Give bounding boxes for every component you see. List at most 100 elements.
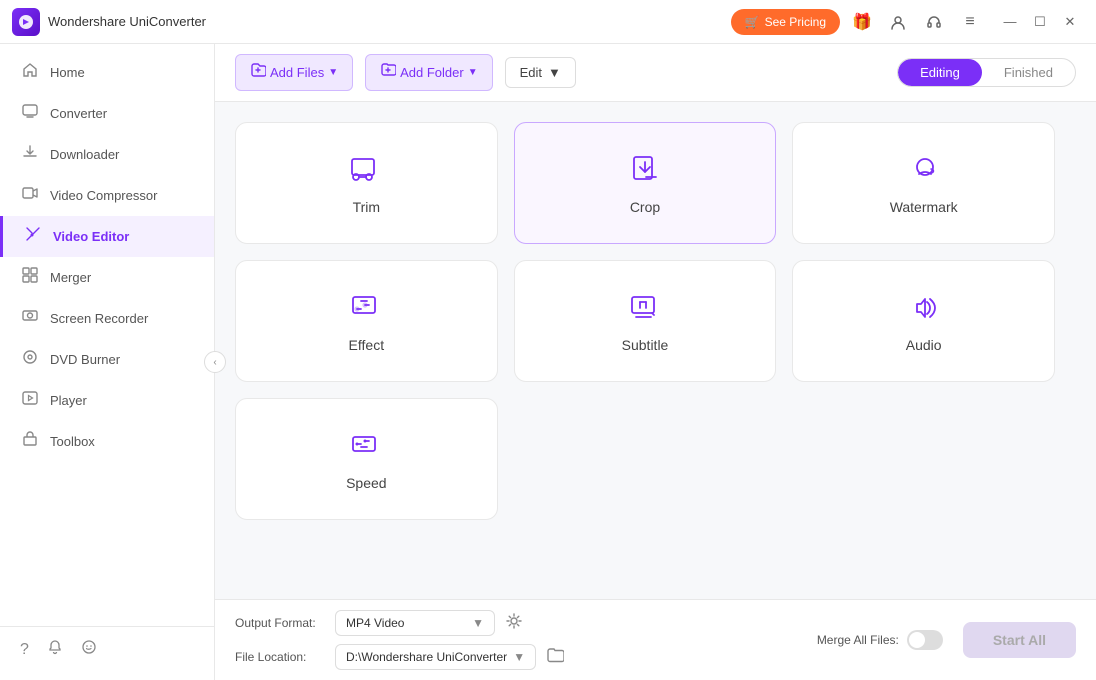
account-icon[interactable] bbox=[884, 8, 912, 36]
app-title: Wondershare UniConverter bbox=[48, 14, 731, 29]
file-location-arrow: ▼ bbox=[513, 650, 525, 664]
notifications-icon[interactable] bbox=[47, 639, 63, 660]
speed-label: Speed bbox=[346, 475, 386, 491]
tools-grid: Trim Crop bbox=[235, 122, 1055, 520]
watermark-card[interactable]: Watermark bbox=[792, 122, 1055, 244]
effect-label: Effect bbox=[349, 337, 385, 353]
sidebar-label-downloader: Downloader bbox=[50, 147, 119, 162]
content-area: Add Files ▼ Add Folder ▼ Edit ▼ Editing … bbox=[215, 44, 1096, 680]
sidebar-item-merger[interactable]: Merger bbox=[0, 257, 214, 298]
add-folder-button[interactable]: Add Folder ▼ bbox=[365, 54, 493, 91]
crop-icon bbox=[626, 151, 664, 189]
headset-icon[interactable] bbox=[920, 8, 948, 36]
file-location-value: D:\Wondershare UniConverter bbox=[346, 650, 507, 664]
feedback-icon[interactable] bbox=[81, 639, 97, 660]
pricing-button[interactable]: See Pricing bbox=[731, 9, 840, 35]
output-format-select[interactable]: MP4 Video ▼ bbox=[335, 610, 495, 636]
toggle-finished-button[interactable]: Finished bbox=[982, 59, 1075, 86]
app-logo bbox=[12, 8, 40, 36]
edit-dropdown-arrow: ▼ bbox=[548, 65, 561, 80]
speed-card[interactable]: Speed bbox=[235, 398, 498, 520]
edit-label: Edit bbox=[520, 65, 542, 80]
sidebar-item-toolbox[interactable]: Toolbox bbox=[0, 421, 214, 462]
sidebar-item-converter[interactable]: Converter bbox=[0, 93, 214, 134]
topbar: Add Files ▼ Add Folder ▼ Edit ▼ Editing … bbox=[215, 44, 1096, 102]
subtitle-icon bbox=[626, 289, 664, 327]
close-button[interactable]: ✕ bbox=[1056, 8, 1084, 36]
subtitle-card[interactable]: Subtitle bbox=[514, 260, 777, 382]
sidebar-label-home: Home bbox=[50, 65, 85, 80]
converter-icon bbox=[20, 103, 40, 124]
add-file-icon bbox=[250, 62, 266, 83]
sidebar-item-screen-recorder[interactable]: Screen Recorder bbox=[0, 298, 214, 339]
merge-toggle-switch[interactable] bbox=[907, 630, 943, 650]
file-location-select[interactable]: D:\Wondershare UniConverter ▼ bbox=[335, 644, 536, 670]
audio-label: Audio bbox=[906, 337, 942, 353]
watermark-icon bbox=[905, 151, 943, 189]
screen-recorder-icon bbox=[20, 308, 40, 329]
audio-icon bbox=[905, 289, 943, 327]
sidebar-label-dvd-burner: DVD Burner bbox=[50, 352, 120, 367]
edit-dropdown[interactable]: Edit ▼ bbox=[505, 57, 576, 88]
output-format-arrow: ▼ bbox=[472, 616, 484, 630]
watermark-label: Watermark bbox=[890, 199, 958, 215]
titlebar-actions: See Pricing 🎁 ≡ — ☐ ✕ bbox=[731, 8, 1084, 36]
maximize-button[interactable]: ☐ bbox=[1026, 8, 1054, 36]
sidebar-bottom: ? bbox=[0, 626, 214, 672]
merger-icon bbox=[20, 267, 40, 288]
video-compressor-icon bbox=[20, 185, 40, 206]
effect-card[interactable]: Effect bbox=[235, 260, 498, 382]
sidebar-label-merger: Merger bbox=[50, 270, 91, 285]
file-location-label: File Location: bbox=[235, 650, 325, 664]
home-icon bbox=[20, 62, 40, 83]
output-format-value: MP4 Video bbox=[346, 616, 404, 630]
gift-icon[interactable]: 🎁 bbox=[848, 8, 876, 36]
output-settings: Output Format: MP4 Video ▼ File Location… bbox=[235, 610, 797, 670]
file-location-folder-icon[interactable] bbox=[546, 646, 564, 669]
output-format-field: Output Format: MP4 Video ▼ bbox=[235, 610, 797, 636]
add-folder-label: Add Folder bbox=[400, 65, 464, 80]
sidebar-label-converter: Converter bbox=[50, 106, 107, 121]
subtitle-label: Subtitle bbox=[622, 337, 669, 353]
editing-toggle-group: Editing Finished bbox=[897, 58, 1076, 87]
effect-icon bbox=[347, 289, 385, 327]
add-files-button[interactable]: Add Files ▼ bbox=[235, 54, 353, 91]
sidebar-item-downloader[interactable]: Downloader bbox=[0, 134, 214, 175]
dvd-burner-icon bbox=[20, 349, 40, 370]
help-icon[interactable]: ? bbox=[20, 641, 29, 659]
start-all-button[interactable]: Start All bbox=[963, 622, 1076, 658]
add-files-label: Add Files bbox=[270, 65, 324, 80]
sidebar-item-video-editor[interactable]: Video Editor bbox=[0, 216, 214, 257]
sidebar-item-player[interactable]: Player bbox=[0, 380, 214, 421]
merge-all-files-toggle: Merge All Files: bbox=[817, 630, 943, 650]
audio-card[interactable]: Audio bbox=[792, 260, 1055, 382]
toolbox-icon bbox=[20, 431, 40, 452]
main-layout: Home Converter Downloader Video Compress… bbox=[0, 44, 1096, 680]
minimize-button[interactable]: — bbox=[996, 8, 1024, 36]
trim-card[interactable]: Trim bbox=[235, 122, 498, 244]
sidebar-label-video-compressor: Video Compressor bbox=[50, 188, 157, 203]
bottombar: Output Format: MP4 Video ▼ File Location… bbox=[215, 599, 1096, 680]
collapse-button[interactable]: ‹ bbox=[204, 351, 226, 373]
player-icon bbox=[20, 390, 40, 411]
toggle-knob bbox=[909, 632, 925, 648]
tools-grid-area: Trim Crop bbox=[215, 102, 1096, 599]
speed-icon bbox=[347, 427, 385, 465]
crop-label: Crop bbox=[630, 199, 660, 215]
toggle-editing-button[interactable]: Editing bbox=[898, 59, 982, 86]
titlebar: Wondershare UniConverter See Pricing 🎁 ≡… bbox=[0, 0, 1096, 44]
output-format-settings-icon[interactable] bbox=[505, 612, 523, 635]
downloader-icon bbox=[20, 144, 40, 165]
crop-card[interactable]: Crop bbox=[514, 122, 777, 244]
sidebar-item-home[interactable]: Home bbox=[0, 52, 214, 93]
sidebar-label-player: Player bbox=[50, 393, 87, 408]
sidebar-item-video-compressor[interactable]: Video Compressor bbox=[0, 175, 214, 216]
output-format-label: Output Format: bbox=[235, 616, 325, 630]
add-folder-arrow: ▼ bbox=[468, 67, 478, 78]
sidebar-label-toolbox: Toolbox bbox=[50, 434, 95, 449]
add-files-arrow: ▼ bbox=[328, 67, 338, 78]
sidebar-item-dvd-burner[interactable]: DVD Burner bbox=[0, 339, 214, 380]
video-editor-icon bbox=[23, 226, 43, 247]
menu-icon[interactable]: ≡ bbox=[956, 8, 984, 36]
sidebar-label-screen-recorder: Screen Recorder bbox=[50, 311, 148, 326]
